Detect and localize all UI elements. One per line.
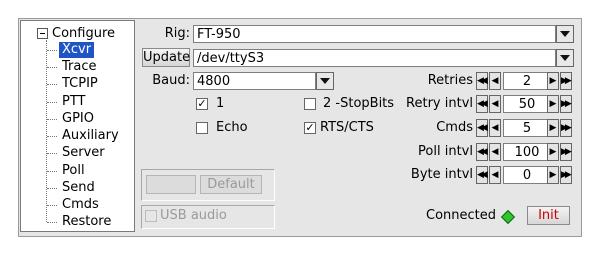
retries-prev-button[interactable]: ◀ [489,72,501,90]
byte-intvl-label: Byte intvl [410,167,473,182]
byte-intvl-value[interactable]: 0 [503,166,551,184]
poll-intvl-last-button[interactable]: ▶▶ [560,143,572,161]
retries-next-button[interactable]: ▶ [547,72,559,90]
cmds-label: Cmds [436,120,473,135]
tree-item-poll[interactable]: Poll [47,163,88,179]
rig-select[interactable]: FT-950 [193,25,556,43]
cmds-last-button[interactable]: ▶▶ [560,119,572,137]
one-stopbit-label: 1 [216,96,225,111]
tree-item-auxiliary[interactable]: Auxiliary [47,128,122,144]
tree-item-xcvr[interactable]: Xcvr [46,42,95,58]
echo-label: Echo [216,120,248,135]
byte-intvl-first-button[interactable]: ◀◀ [476,166,488,184]
one-stopbit-checkbox[interactable]: ✓ [196,98,208,110]
retries-label: Retries [427,73,473,88]
byte-intvl-last-button[interactable]: ▶▶ [560,166,572,184]
tree-item-send[interactable]: Send [47,180,98,196]
cmds-value[interactable]: 5 [503,119,551,137]
tree-item-gpio[interactable]: GPIO [47,111,97,127]
tree-item-trace[interactable]: Trace [47,59,100,75]
tree-item-tcpip[interactable]: TCPIP [47,76,101,92]
baud-label: Baud: [152,73,190,88]
device-select[interactable]: /dev/ttyS3 [193,49,556,67]
tree-root[interactable]: Configure [37,26,115,42]
tree-item-cmds[interactable]: Cmds [47,197,102,213]
collapse-icon[interactable] [37,28,48,39]
retry-intvl-next-button[interactable]: ▶ [547,95,559,113]
rtscts-checkbox[interactable]: ✓ [304,122,316,134]
poll-intvl-next-button[interactable]: ▶ [547,143,559,161]
connected-label: Connected [426,208,497,223]
byte-intvl-next-button[interactable]: ▶ [547,166,559,184]
baud-dropdown-icon[interactable] [316,72,334,90]
retry-intvl-label: Retry intvl [406,96,473,111]
rtscts-label: RTS/CTS [320,120,374,135]
cmds-next-button[interactable]: ▶ [547,119,559,137]
tree-item-server[interactable]: Server [47,145,108,161]
poll-intvl-value[interactable]: 100 [503,143,551,161]
blank-button[interactable] [146,175,196,194]
tree-root-label: Configure [52,26,116,41]
retry-intvl-value[interactable]: 50 [503,95,551,113]
retry-intvl-last-button[interactable]: ▶▶ [560,95,572,113]
poll-intvl-first-button[interactable]: ◀◀ [476,143,488,161]
baud-select[interactable]: 4800 [193,72,316,90]
two-stopbits-label: 2 -StopBits [323,96,395,111]
retries-last-button[interactable]: ▶▶ [560,72,572,90]
device-dropdown-icon[interactable] [556,49,574,67]
rig-dropdown-icon[interactable] [556,25,574,43]
usb-audio-label: USB audio [160,208,227,223]
retry-intvl-first-button[interactable]: ◀◀ [476,95,488,113]
rig-label: Rig: [164,26,190,41]
byte-intvl-prev-button[interactable]: ◀ [489,166,501,184]
config-tree: Configure Xcvr Trace TCPIP PTT GPIO Auxi… [20,20,135,232]
usb-audio-checkbox[interactable] [145,210,157,222]
retries-first-button[interactable]: ◀◀ [476,72,488,90]
cmds-first-button[interactable]: ◀◀ [476,119,488,137]
default-button[interactable]: Default [200,175,262,194]
init-button[interactable]: Init [527,206,570,225]
echo-checkbox[interactable] [196,122,208,134]
update-button[interactable]: Update [142,48,190,67]
retry-intvl-prev-button[interactable]: ◀ [489,95,501,113]
two-stopbits-checkbox[interactable] [304,98,316,110]
cmds-prev-button[interactable]: ◀ [489,119,501,137]
retries-value[interactable]: 2 [503,72,551,90]
tree-item-restore[interactable]: Restore [46,214,114,230]
poll-intvl-label: Poll intvl [418,144,473,159]
poll-intvl-prev-button[interactable]: ◀ [489,143,501,161]
tree-item-ptt[interactable]: PTT [47,94,89,110]
